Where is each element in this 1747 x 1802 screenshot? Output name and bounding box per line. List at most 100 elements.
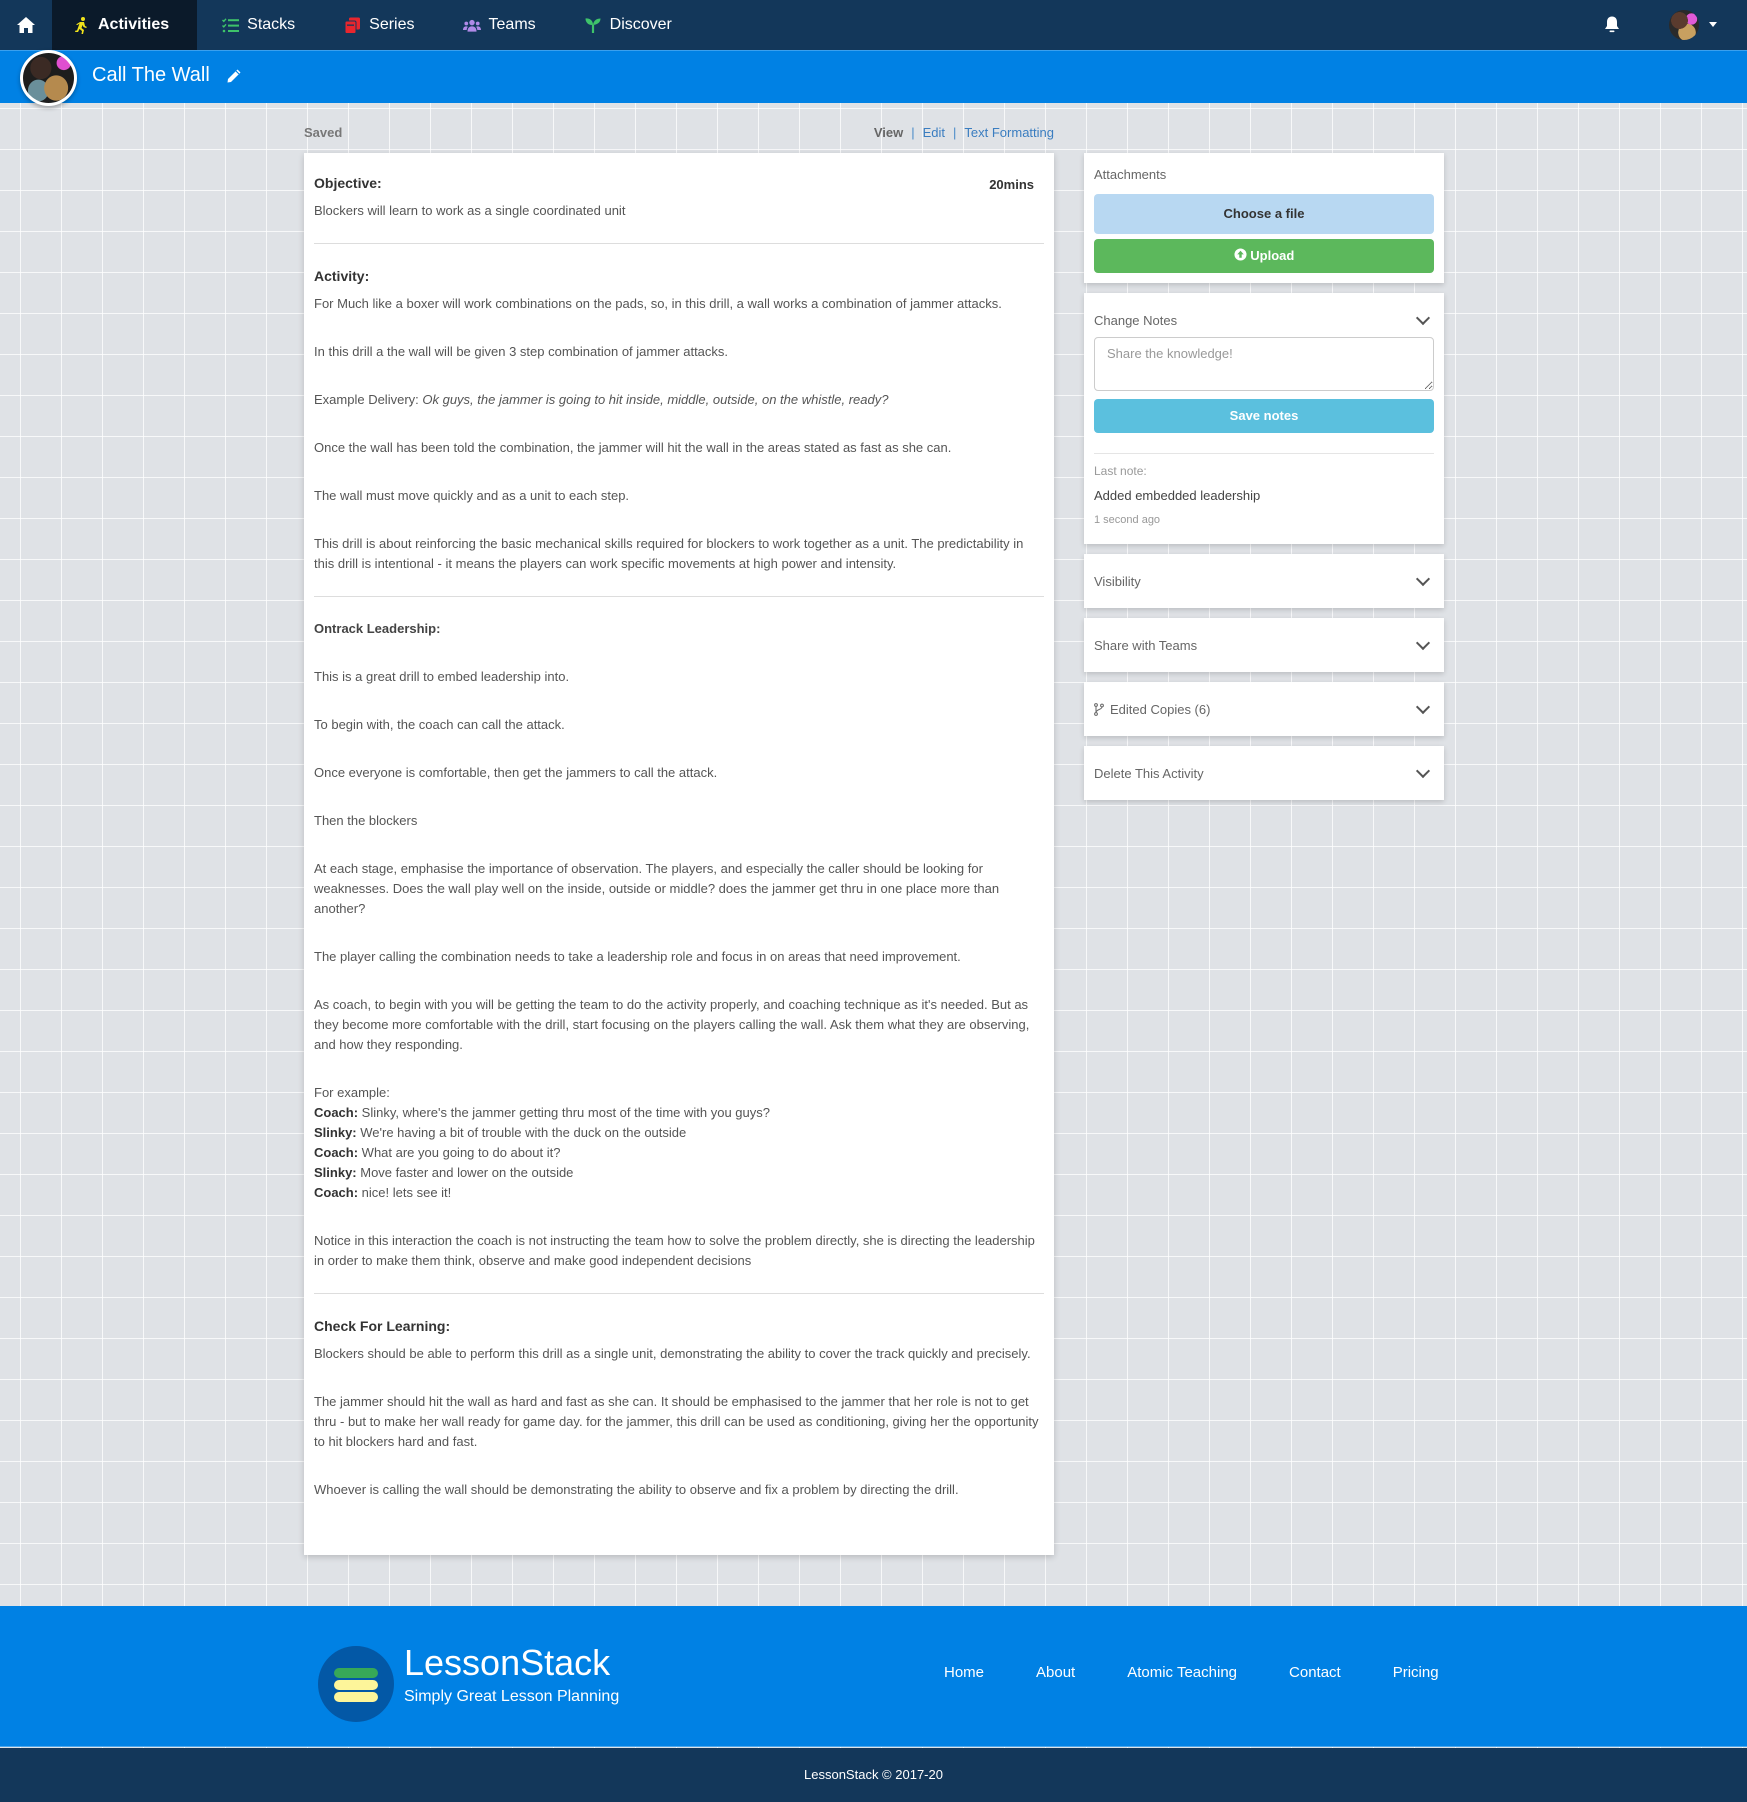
- paragraph: The jammer should hit the wall as hard a…: [314, 1394, 1039, 1449]
- speaker: Coach:: [314, 1105, 359, 1120]
- dialogue-line: We're having a bit of trouble with the d…: [356, 1125, 687, 1140]
- page-title: Call The Wall: [92, 64, 210, 86]
- footer-link-home[interactable]: Home: [944, 1664, 984, 1681]
- upload-label: Upload: [1250, 248, 1295, 263]
- text-formatting-link[interactable]: Text Formatting: [964, 125, 1054, 140]
- title-bar: [0, 50, 1747, 103]
- leadership-section: Ontrack Leadership: This is a great dril…: [314, 619, 1044, 1271]
- upload-button[interactable]: Upload: [1094, 239, 1434, 273]
- last-note-text: Added embedded leadership: [1094, 488, 1261, 503]
- panel-label: Share with Teams: [1094, 637, 1198, 653]
- nav-home-button[interactable]: [0, 0, 52, 50]
- view-mode-view[interactable]: View: [874, 125, 903, 140]
- nav-item-stacks[interactable]: Stacks: [197, 0, 319, 50]
- speaker: Coach:: [314, 1185, 359, 1200]
- save-status: Saved: [304, 125, 343, 140]
- edit-title-button[interactable]: [226, 68, 242, 89]
- activity-section: Activity: For Much like a boxer will wor…: [314, 266, 1044, 574]
- section-subheading: Ontrack Leadership:: [314, 621, 441, 636]
- running-person-icon: [72, 16, 90, 34]
- paragraph: The player calling the combination needs…: [314, 949, 961, 964]
- paragraph: For Much like a boxer will work combinat…: [314, 296, 1002, 311]
- home-icon: [17, 17, 35, 33]
- duration: 20mins: [989, 177, 1034, 192]
- visibility-panel[interactable]: Visibility: [1084, 554, 1444, 608]
- paragraph: This is a great drill to embed leadershi…: [314, 669, 570, 684]
- code-branch-icon: [1094, 702, 1104, 716]
- choose-file-button[interactable]: Choose a file: [1094, 194, 1434, 234]
- paragraph: As coach, to begin with you will be gett…: [314, 997, 1030, 1052]
- objective-text: Blockers will learn to work as a single …: [314, 203, 626, 218]
- footer-link-about[interactable]: About: [1036, 1664, 1075, 1681]
- footer-link-contact[interactable]: Contact: [1289, 1664, 1341, 1681]
- paragraph: Whoever is calling the wall should be de…: [314, 1482, 959, 1497]
- user-menu-caret-icon[interactable]: [1709, 22, 1717, 27]
- nav-item-label: Series: [369, 16, 415, 33]
- save-notes-button[interactable]: Save notes: [1094, 399, 1434, 433]
- nav-item-series[interactable]: Series: [319, 0, 438, 50]
- speaker: Coach:: [314, 1145, 359, 1160]
- edited-copies-panel[interactable]: Edited Copies (6): [1084, 682, 1444, 736]
- view-mode-edit[interactable]: Edit: [923, 125, 945, 140]
- bell-icon: [1605, 16, 1619, 33]
- attachments-title: Attachments: [1094, 167, 1167, 182]
- check-for-learning-section: Check For Learning: Blockers should be a…: [314, 1316, 1044, 1500]
- chevron-down-icon[interactable]: [1415, 635, 1431, 650]
- paragraph: Blockers should be able to perform this …: [314, 1346, 1031, 1361]
- divider: [314, 1293, 1044, 1294]
- paragraph: To begin with, the coach can call the at…: [314, 717, 565, 732]
- last-note-time: 1 second ago: [1094, 514, 1161, 526]
- example-intro: For example:: [314, 1085, 390, 1100]
- attachments-card: Attachments Choose a file Upload: [1084, 153, 1444, 283]
- example-delivery: Example Delivery: Ok guys, the jammer is…: [314, 390, 1044, 410]
- paragraph: Once the wall has been told the combinat…: [314, 440, 952, 455]
- seedling-icon: [584, 16, 602, 34]
- dialogue-line: Move faster and lower on the outside: [356, 1165, 574, 1180]
- section-heading: Activity:: [314, 268, 370, 284]
- speaker: Slinky:: [314, 1165, 357, 1180]
- activity-card: 20mins Objective: Blockers will learn to…: [304, 153, 1054, 1555]
- dialogue-example: For example: Coach: Slinky, where's the …: [314, 1083, 1044, 1203]
- nav-item-activities[interactable]: Activities: [52, 0, 198, 50]
- panel-label: Edited Copies (6): [1110, 701, 1211, 717]
- separator: |: [911, 125, 915, 140]
- notifications-button[interactable]: [1604, 15, 1620, 39]
- change-notes-input[interactable]: [1094, 337, 1434, 391]
- example-text: Ok guys, the jammer is going to hit insi…: [422, 392, 889, 407]
- paragraph: Once everyone is comfortable, then get t…: [314, 765, 718, 780]
- top-nav: Activities Stacks Series Teams Discover: [0, 0, 1747, 50]
- sidebar: Attachments Choose a file Upload Change …: [1084, 153, 1444, 810]
- nav-item-label: Activities: [98, 16, 170, 33]
- speaker: Slinky:: [314, 1125, 357, 1140]
- nav-item-teams[interactable]: Teams: [439, 0, 560, 50]
- user-avatar[interactable]: [1669, 10, 1699, 40]
- footer: LessonStack Simply Great Lesson Planning…: [0, 1606, 1747, 1747]
- footer-link-pricing[interactable]: Pricing: [1393, 1664, 1439, 1681]
- view-mode-links: View | Edit | Text Formatting: [874, 125, 1054, 140]
- change-notes-title: Change Notes: [1094, 313, 1178, 328]
- users-icon: [462, 16, 481, 34]
- divider: [314, 243, 1044, 244]
- nav-item-label: Teams: [488, 16, 536, 33]
- delete-activity-panel[interactable]: Delete This Activity: [1084, 746, 1444, 800]
- panel-label: Delete This Activity: [1094, 765, 1204, 781]
- change-notes-card: Change Notes Save notes Last note: Added…: [1084, 293, 1444, 544]
- footer-links: Home About Atomic Teaching Contact Prici…: [944, 1664, 1439, 1681]
- chevron-down-icon[interactable]: [1415, 571, 1431, 586]
- chevron-down-icon[interactable]: [1415, 310, 1431, 326]
- divider: [1094, 453, 1434, 454]
- change-notes-header[interactable]: Change Notes: [1094, 310, 1434, 328]
- paragraph: At each stage, emphasise the importance …: [314, 861, 1000, 916]
- paragraph: This drill is about reinforcing the basi…: [314, 536, 1024, 571]
- chevron-down-icon[interactable]: [1415, 699, 1431, 714]
- dialogue-line: Slinky, where's the jammer getting thru …: [358, 1105, 770, 1120]
- footer-brand: LessonStack: [404, 1642, 611, 1683]
- footer-link-atomic-teaching[interactable]: Atomic Teaching: [1127, 1664, 1237, 1681]
- books-icon: [343, 16, 361, 34]
- share-with-teams-panel[interactable]: Share with Teams: [1084, 618, 1444, 672]
- example-label: Example Delivery:: [314, 392, 423, 407]
- nav-item-label: Discover: [609, 16, 672, 33]
- nav-item-discover[interactable]: Discover: [560, 0, 696, 50]
- paragraph: The wall must move quickly and as a unit…: [314, 488, 630, 503]
- chevron-down-icon[interactable]: [1415, 763, 1431, 778]
